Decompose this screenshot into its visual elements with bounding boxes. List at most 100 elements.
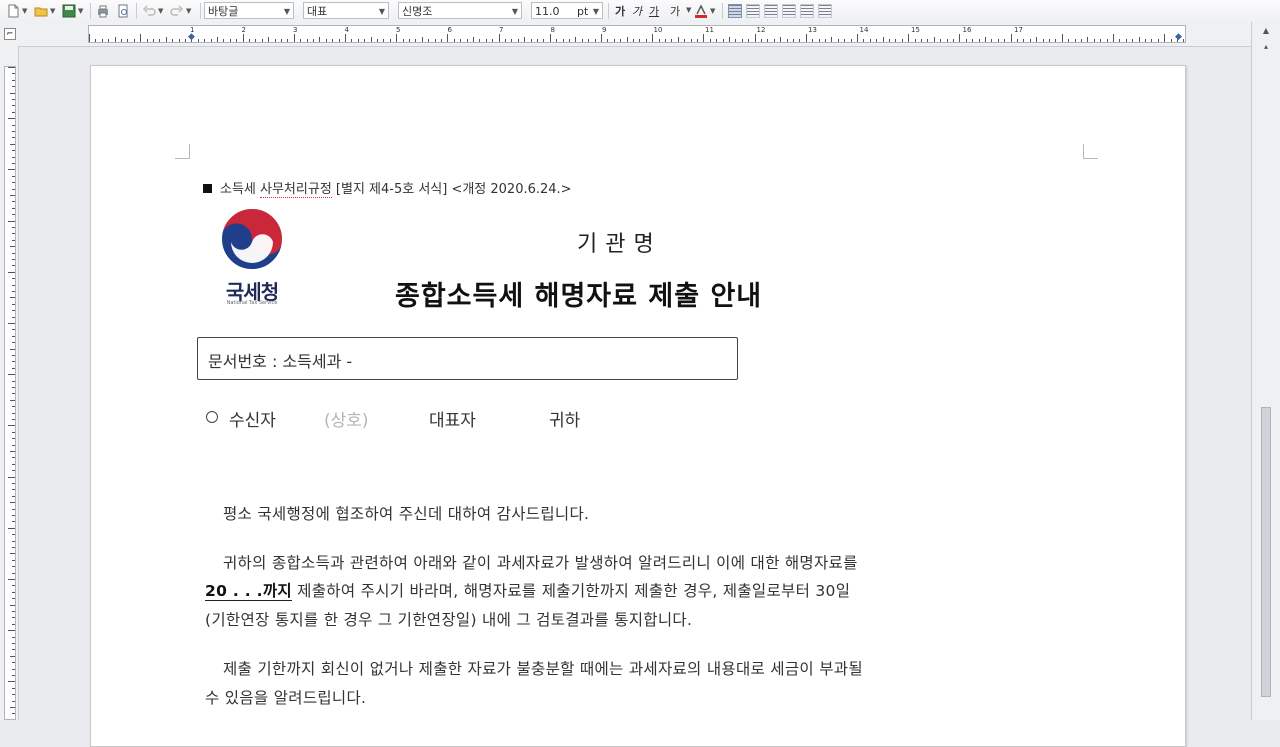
font-color-icon <box>695 4 707 18</box>
strikethrough-button[interactable]: 가 <box>670 3 680 19</box>
chevron-down-icon[interactable]: ▼ <box>686 6 691 14</box>
ruler-tick <box>357 39 359 42</box>
underline-button[interactable]: 가 <box>649 3 659 19</box>
ruler-tick <box>556 39 558 42</box>
undo-button[interactable]: ▼ <box>142 3 163 19</box>
chevron-down-icon[interactable]: ▼ <box>158 7 163 15</box>
chevron-down-icon[interactable]: ▼ <box>78 7 83 15</box>
ruler-tick <box>12 239 15 241</box>
ruler-tick <box>12 438 15 440</box>
style-select[interactable]: 바탕글 ▼ <box>204 2 294 19</box>
font-select[interactable]: 신명조 ▼ <box>398 2 522 19</box>
ruler-tick <box>1100 39 1102 42</box>
ruler-tick <box>351 39 353 42</box>
ruler-tick <box>12 387 15 388</box>
ruler-tick <box>575 37 577 42</box>
ruler-tick <box>242 34 244 42</box>
ruler-tick <box>12 713 15 715</box>
new-document-button[interactable]: ▼ <box>6 3 27 19</box>
recipient-company-placeholder: (상호) <box>324 411 369 431</box>
submission-deadline: 20 . . .까지 <box>205 582 292 601</box>
print-preview-button[interactable] <box>116 3 130 19</box>
ruler-tick <box>1113 34 1114 42</box>
ruler-tick <box>620 39 622 42</box>
ruler-tick <box>178 39 180 42</box>
ruler-tick <box>1132 39 1134 42</box>
ruler-tick <box>434 39 436 42</box>
recipient-radio[interactable] <box>206 411 218 423</box>
ruler-tick <box>172 39 174 42</box>
font-size-input[interactable]: 11.0 pt ▼ <box>531 2 603 19</box>
open-button[interactable]: ▼ <box>34 3 55 19</box>
ruler-tick <box>479 39 481 42</box>
right-indent-marker[interactable]: ◆ <box>1175 32 1182 42</box>
font-language-select[interactable]: 대표 ▼ <box>303 2 389 19</box>
align-divide-button[interactable] <box>818 4 832 18</box>
ruler-tick <box>645 39 647 42</box>
chevron-down-icon[interactable]: ▼ <box>186 7 191 15</box>
print-button[interactable] <box>96 3 110 19</box>
align-justify-button[interactable] <box>728 4 742 18</box>
ruler-tick <box>748 39 750 42</box>
ruler-tick <box>127 39 129 42</box>
ruler-tick <box>1170 39 1172 42</box>
vertical-ruler[interactable] <box>4 66 16 720</box>
ruler-tick <box>1010 34 1012 42</box>
ruler-tick <box>389 39 391 42</box>
ruler-tick <box>684 39 686 42</box>
ruler-tick <box>12 86 15 88</box>
ruler-tick <box>12 547 15 548</box>
ruler-tick <box>421 37 423 42</box>
ruler-tick <box>10 92 15 94</box>
ruler-tick <box>505 39 506 42</box>
ruler-tick <box>12 444 15 446</box>
ruler-tick <box>997 39 999 42</box>
ruler-tick <box>863 39 865 42</box>
ruler-tick <box>1183 39 1185 42</box>
ruler-tick <box>677 37 679 42</box>
ruler-tick <box>633 39 634 42</box>
align-right-button[interactable] <box>782 4 796 18</box>
ruler-tick <box>383 39 385 42</box>
ruler-tick <box>805 34 807 42</box>
scroll-track[interactable] <box>1261 62 1271 712</box>
save-button[interactable]: ▼ <box>62 3 83 19</box>
ruler-tick <box>1125 39 1127 42</box>
document-page[interactable]: 소득세 사무처리규정 [별지 제4-5호 서식] <개정 2020.6.24.>… <box>90 65 1186 747</box>
ruler-tick <box>12 182 15 184</box>
font-size-value: 11.0 <box>535 5 560 18</box>
font-color-button[interactable]: ▼ <box>694 3 715 19</box>
ruler-tick <box>229 39 231 42</box>
chevron-down-icon[interactable]: ▼ <box>710 7 715 15</box>
horizontal-ruler[interactable]: 1 2 3 4 5 6 7 8 9 10 11 12 13 14 15 16 17 ◆ ◆ <box>88 25 1186 43</box>
paragraph-greeting: 평소 국세행정에 협조하여 주신데 대하여 감사드립니다. <box>223 505 590 523</box>
chevron-down-icon[interactable]: ▼ <box>50 7 55 15</box>
scroll-thumb[interactable] <box>1261 407 1271 697</box>
scroll-up-page-button[interactable]: ▴ <box>1258 40 1274 54</box>
ruler-tick <box>10 399 15 401</box>
italic-button[interactable]: 가 <box>632 3 642 19</box>
chevron-down-icon: ▼ <box>511 7 518 16</box>
redo-button[interactable]: ▼ <box>170 3 191 19</box>
scroll-up-button[interactable]: ▲ <box>1258 24 1274 38</box>
ruler-tick <box>901 39 903 42</box>
align-center-button[interactable] <box>764 4 778 18</box>
ruler-tick <box>844 39 846 42</box>
ruler-tick <box>12 207 15 209</box>
ruler-tick <box>236 39 238 42</box>
align-left-button[interactable] <box>746 4 760 18</box>
chevron-down-icon[interactable]: ▼ <box>22 7 27 15</box>
ruler-tick <box>12 79 15 81</box>
vertical-scrollbar[interactable]: ▲ ▴ <box>1251 22 1280 720</box>
ruler-tick <box>332 39 334 42</box>
align-distribute-button[interactable] <box>800 4 814 18</box>
ruler-tick <box>12 636 15 638</box>
bold-button[interactable]: 가 <box>615 3 625 19</box>
printer-icon <box>98 5 108 18</box>
ruler-tick <box>12 361 15 363</box>
ruler-tick <box>133 39 135 42</box>
left-indent-marker[interactable]: ◆ <box>188 32 195 42</box>
ruler-tick <box>1081 39 1082 42</box>
ruler-tick <box>569 39 570 42</box>
ruler-corner-button[interactable]: ⌐ <box>4 28 16 40</box>
